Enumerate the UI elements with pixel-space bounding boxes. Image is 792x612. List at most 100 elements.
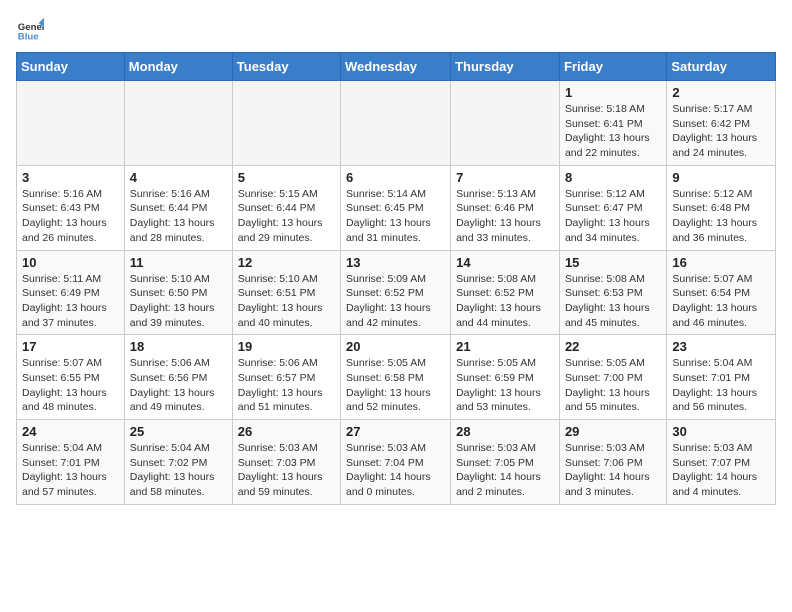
day-info: Sunrise: 5:06 AM Sunset: 6:57 PM Dayligh… bbox=[238, 356, 335, 415]
day-number: 10 bbox=[22, 255, 119, 270]
day-info: Sunrise: 5:04 AM Sunset: 7:02 PM Dayligh… bbox=[130, 441, 227, 500]
calendar-cell bbox=[124, 81, 232, 166]
day-info: Sunrise: 5:16 AM Sunset: 6:43 PM Dayligh… bbox=[22, 187, 119, 246]
calendar-cell: 29 Sunrise: 5:03 AM Sunset: 7:06 PM Dayli… bbox=[559, 420, 666, 505]
day-number: 30 bbox=[672, 424, 770, 439]
header-thursday: Thursday bbox=[451, 53, 560, 81]
day-info: Sunrise: 5:05 AM Sunset: 7:00 PM Dayligh… bbox=[565, 356, 661, 415]
day-number: 14 bbox=[456, 255, 554, 270]
day-number: 29 bbox=[565, 424, 661, 439]
day-info: Sunrise: 5:06 AM Sunset: 6:56 PM Dayligh… bbox=[130, 356, 227, 415]
day-info: Sunrise: 5:12 AM Sunset: 6:48 PM Dayligh… bbox=[672, 187, 770, 246]
day-info: Sunrise: 5:14 AM Sunset: 6:45 PM Dayligh… bbox=[346, 187, 445, 246]
calendar-cell bbox=[232, 81, 340, 166]
day-info: Sunrise: 5:10 AM Sunset: 6:51 PM Dayligh… bbox=[238, 272, 335, 331]
day-number: 25 bbox=[130, 424, 227, 439]
day-info: Sunrise: 5:03 AM Sunset: 7:07 PM Dayligh… bbox=[672, 441, 770, 500]
calendar-cell: 21Sunrise: 5:05 AM Sunset: 6:59 PM Dayli… bbox=[451, 335, 560, 420]
day-info: Sunrise: 5:03 AM Sunset: 7:05 PM Dayligh… bbox=[456, 441, 554, 500]
calendar-cell: 16Sunrise: 5:07 AM Sunset: 6:54 PM Dayli… bbox=[667, 250, 776, 335]
calendar-cell: 12Sunrise: 5:10 AM Sunset: 6:51 PM Dayli… bbox=[232, 250, 340, 335]
day-number: 24 bbox=[22, 424, 119, 439]
day-number: 13 bbox=[346, 255, 445, 270]
header-sunday: Sunday bbox=[17, 53, 125, 81]
day-info: Sunrise: 5:08 AM Sunset: 6:53 PM Dayligh… bbox=[565, 272, 661, 331]
calendar-table: SundayMondayTuesdayWednesdayThursdayFrid… bbox=[16, 52, 776, 505]
day-number: 27 bbox=[346, 424, 445, 439]
calendar-cell: 2Sunrise: 5:17 AM Sunset: 6:42 PM Daylig… bbox=[667, 81, 776, 166]
day-info: Sunrise: 5:03 AM Sunset: 7:03 PM Dayligh… bbox=[238, 441, 335, 500]
calendar-cell: 10 Sunrise: 5:11 AM Sunset: 6:49 PM Dayli… bbox=[17, 250, 125, 335]
calendar-week-row: 1 Sunrise: 5:18 AM Sunset: 6:41 PM Daylig… bbox=[17, 81, 776, 166]
calendar-cell: 24 Sunrise: 5:04 AM Sunset: 7:01 PM Dayli… bbox=[17, 420, 125, 505]
header-monday: Monday bbox=[124, 53, 232, 81]
calendar-cell: 9 Sunrise: 5:12 AM Sunset: 6:48 PM Daylig… bbox=[667, 165, 776, 250]
calendar-cell: 1 Sunrise: 5:18 AM Sunset: 6:41 PM Daylig… bbox=[559, 81, 666, 166]
day-info: Sunrise: 5:13 AM Sunset: 6:46 PM Dayligh… bbox=[456, 187, 554, 246]
logo-icon: General Blue bbox=[16, 16, 44, 44]
day-info: Sunrise: 5:03 AM Sunset: 7:04 PM Dayligh… bbox=[346, 441, 445, 500]
day-info: Sunrise: 5:04 AM Sunset: 7:01 PM Dayligh… bbox=[22, 441, 119, 500]
day-info: Sunrise: 5:16 AM Sunset: 6:44 PM Dayligh… bbox=[130, 187, 227, 246]
header-wednesday: Wednesday bbox=[341, 53, 451, 81]
day-info: Sunrise: 5:12 AM Sunset: 6:47 PM Dayligh… bbox=[565, 187, 661, 246]
calendar-cell bbox=[17, 81, 125, 166]
day-info: Sunrise: 5:10 AM Sunset: 6:50 PM Dayligh… bbox=[130, 272, 227, 331]
day-number: 26 bbox=[238, 424, 335, 439]
calendar-week-row: 24 Sunrise: 5:04 AM Sunset: 7:01 PM Dayli… bbox=[17, 420, 776, 505]
day-info: Sunrise: 5:04 AM Sunset: 7:01 PM Dayligh… bbox=[672, 356, 770, 415]
calendar-cell: 17 Sunrise: 5:07 AM Sunset: 6:55 PM Dayli… bbox=[17, 335, 125, 420]
header-tuesday: Tuesday bbox=[232, 53, 340, 81]
day-number: 17 bbox=[22, 339, 119, 354]
day-number: 4 bbox=[130, 170, 227, 185]
calendar-cell: 23 Sunrise: 5:04 AM Sunset: 7:01 PM Dayli… bbox=[667, 335, 776, 420]
calendar-cell: 22 Sunrise: 5:05 AM Sunset: 7:00 PM Dayli… bbox=[559, 335, 666, 420]
day-info: Sunrise: 5:08 AM Sunset: 6:52 PM Dayligh… bbox=[456, 272, 554, 331]
calendar-cell: 14 Sunrise: 5:08 AM Sunset: 6:52 PM Dayli… bbox=[451, 250, 560, 335]
day-number: 6 bbox=[346, 170, 445, 185]
day-number: 28 bbox=[456, 424, 554, 439]
day-info: Sunrise: 5:03 AM Sunset: 7:06 PM Dayligh… bbox=[565, 441, 661, 500]
calendar-cell: 28 Sunrise: 5:03 AM Sunset: 7:05 PM Dayli… bbox=[451, 420, 560, 505]
day-number: 16 bbox=[672, 255, 770, 270]
day-number: 8 bbox=[565, 170, 661, 185]
calendar-cell: 20Sunrise: 5:05 AM Sunset: 6:58 PM Dayli… bbox=[341, 335, 451, 420]
calendar-week-row: 17 Sunrise: 5:07 AM Sunset: 6:55 PM Dayli… bbox=[17, 335, 776, 420]
day-info: Sunrise: 5:05 AM Sunset: 6:58 PM Dayligh… bbox=[346, 356, 445, 415]
svg-text:Blue: Blue bbox=[18, 32, 39, 43]
day-number: 5 bbox=[238, 170, 335, 185]
day-number: 11 bbox=[130, 255, 227, 270]
day-number: 23 bbox=[672, 339, 770, 354]
calendar-cell: 13 Sunrise: 5:09 AM Sunset: 6:52 PM Dayli… bbox=[341, 250, 451, 335]
day-info: Sunrise: 5:05 AM Sunset: 6:59 PM Dayligh… bbox=[456, 356, 554, 415]
day-number: 19 bbox=[238, 339, 335, 354]
calendar-cell: 8 Sunrise: 5:12 AM Sunset: 6:47 PM Daylig… bbox=[559, 165, 666, 250]
logo: General Blue bbox=[16, 16, 48, 44]
day-info: Sunrise: 5:07 AM Sunset: 6:55 PM Dayligh… bbox=[22, 356, 119, 415]
calendar-cell: 15Sunrise: 5:08 AM Sunset: 6:53 PM Dayli… bbox=[559, 250, 666, 335]
day-info: Sunrise: 5:11 AM Sunset: 6:49 PM Dayligh… bbox=[22, 272, 119, 331]
day-info: Sunrise: 5:18 AM Sunset: 6:41 PM Dayligh… bbox=[565, 102, 661, 161]
day-number: 9 bbox=[672, 170, 770, 185]
day-info: Sunrise: 5:15 AM Sunset: 6:44 PM Dayligh… bbox=[238, 187, 335, 246]
calendar-week-row: 3 Sunrise: 5:16 AM Sunset: 6:43 PM Daylig… bbox=[17, 165, 776, 250]
day-number: 1 bbox=[565, 85, 661, 100]
calendar-cell: 25 Sunrise: 5:04 AM Sunset: 7:02 PM Dayli… bbox=[124, 420, 232, 505]
day-number: 7 bbox=[456, 170, 554, 185]
day-number: 18 bbox=[130, 339, 227, 354]
calendar-cell: 5 Sunrise: 5:15 AM Sunset: 6:44 PM Daylig… bbox=[232, 165, 340, 250]
day-info: Sunrise: 5:09 AM Sunset: 6:52 PM Dayligh… bbox=[346, 272, 445, 331]
calendar-cell: 6 Sunrise: 5:14 AM Sunset: 6:45 PM Daylig… bbox=[341, 165, 451, 250]
calendar-cell bbox=[341, 81, 451, 166]
calendar-cell: 27 Sunrise: 5:03 AM Sunset: 7:04 PM Dayli… bbox=[341, 420, 451, 505]
header-saturday: Saturday bbox=[667, 53, 776, 81]
day-number: 22 bbox=[565, 339, 661, 354]
calendar-cell: 30 Sunrise: 5:03 AM Sunset: 7:07 PM Dayli… bbox=[667, 420, 776, 505]
calendar-week-row: 10 Sunrise: 5:11 AM Sunset: 6:49 PM Dayli… bbox=[17, 250, 776, 335]
calendar-header-row: SundayMondayTuesdayWednesdayThursdayFrid… bbox=[17, 53, 776, 81]
calendar-cell: 26 Sunrise: 5:03 AM Sunset: 7:03 PM Dayli… bbox=[232, 420, 340, 505]
calendar-cell: 7 Sunrise: 5:13 AM Sunset: 6:46 PM Daylig… bbox=[451, 165, 560, 250]
calendar-cell: 19 Sunrise: 5:06 AM Sunset: 6:57 PM Dayli… bbox=[232, 335, 340, 420]
day-number: 3 bbox=[22, 170, 119, 185]
header-friday: Friday bbox=[559, 53, 666, 81]
